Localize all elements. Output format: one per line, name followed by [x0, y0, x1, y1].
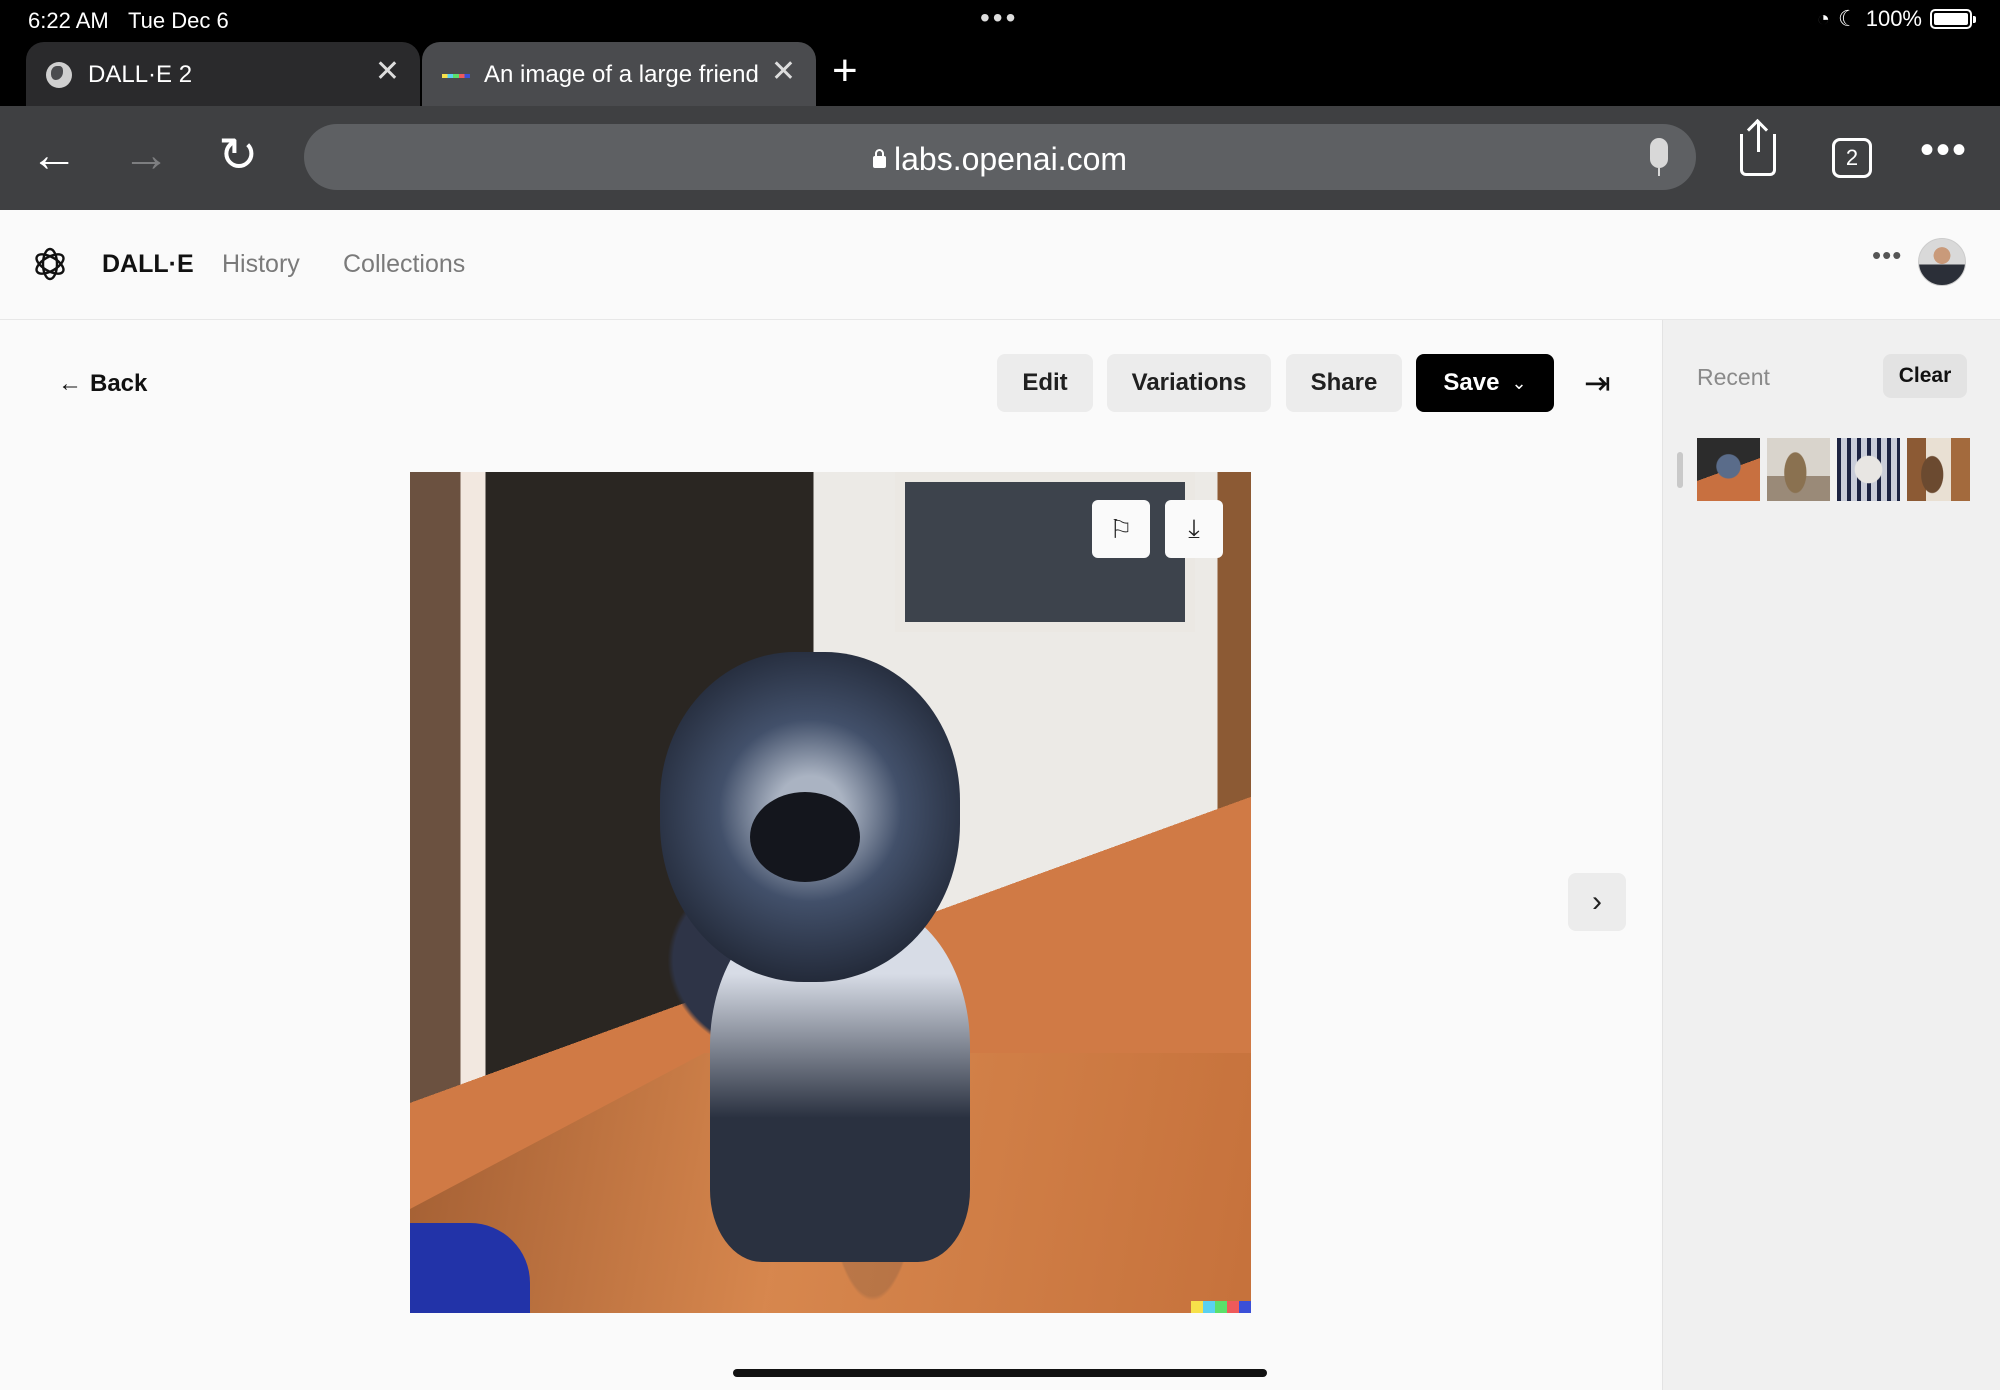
brand-link[interactable]: DALL·E [102, 250, 194, 279]
header-more-icon[interactable]: ••• [1872, 240, 1902, 271]
nav-collections[interactable]: Collections [343, 250, 465, 279]
lock-icon [872, 149, 886, 168]
recent-thumbnail[interactable] [1767, 438, 1830, 501]
watermark-swatch [1203, 1301, 1215, 1313]
site-header: DALL·E History Collections ••• [0, 210, 2000, 320]
share-button[interactable]: Share [1286, 354, 1402, 412]
tab-title: An image of a large friend [484, 61, 759, 88]
recent-label: Recent [1697, 364, 1770, 390]
next-image-button[interactable]: › [1568, 873, 1626, 931]
url-display: labs.openai.com [304, 141, 1696, 178]
recent-thumbnail[interactable] [1907, 438, 1970, 501]
moon-icon: ☾ [1837, 6, 1858, 31]
status-date: Tue Dec 6 [128, 8, 229, 33]
dalle-watermark [1191, 1301, 1251, 1313]
browser-toolbar: ← → ↻ labs.openai.com 2 ••• [0, 106, 2000, 210]
browser-tabs: DALL·E 2 ✕ An image of a large friend ✕ … [0, 40, 2000, 106]
share-icon[interactable] [1740, 122, 1776, 176]
clear-button[interactable]: Clear [1883, 354, 1967, 398]
more-options-icon[interactable]: ••• [1920, 128, 1968, 173]
wifi-icon: ︎◔ [1816, 6, 1830, 31]
close-icon[interactable]: ✕ [771, 54, 796, 89]
image-dog-nose [750, 792, 860, 882]
recent-thumbnail[interactable] [1837, 438, 1900, 501]
watermark-swatch [1227, 1301, 1239, 1313]
recent-thumbnails [1697, 438, 1970, 501]
browser-back-arrow-icon[interactable]: ← [30, 130, 78, 182]
new-tab-plus-icon[interactable]: + [832, 46, 858, 96]
generated-image: ⚐ ⤓ [410, 472, 1251, 1313]
openai-logo-icon[interactable] [32, 246, 68, 282]
globe-icon [46, 62, 72, 88]
image-door-window [895, 472, 1195, 632]
report-flag-button[interactable]: ⚐ [1092, 500, 1150, 558]
tab-image-prompt[interactable]: An image of a large friend ✕ [422, 42, 816, 106]
browser-forward-arrow-icon[interactable]: → [122, 130, 170, 182]
chevron-right-icon: › [1592, 885, 1602, 918]
address-bar[interactable]: labs.openai.com [304, 124, 1696, 190]
watermark-swatch [1215, 1301, 1227, 1313]
image-detail: ← Back Edit Variations Share Save ⌄ ⇥ ⚐ [0, 320, 1662, 1390]
dalle-favicon-icon [442, 74, 470, 78]
tab-count-icon[interactable]: 2 [1832, 138, 1872, 178]
home-indicator[interactable] [733, 1369, 1267, 1377]
tab-dalle-2[interactable]: DALL·E 2 ✕ [26, 42, 420, 106]
battery-icon [1930, 9, 1976, 29]
download-button[interactable]: ⤓ [1165, 500, 1223, 558]
edit-button[interactable]: Edit [997, 354, 1093, 412]
save-button[interactable]: Save ⌄ [1416, 354, 1554, 412]
web-page: DALL·E History Collections ••• ← Back Edi… [0, 210, 2000, 1390]
reload-icon[interactable]: ↻ [218, 130, 258, 182]
variations-button[interactable]: Variations [1107, 354, 1271, 412]
scroll-handle[interactable] [1677, 452, 1683, 488]
flag-icon: ⚐ [1109, 513, 1133, 544]
close-icon[interactable]: ✕ [375, 54, 400, 89]
chevron-down-icon: ⌄ [1511, 372, 1527, 393]
recent-sidebar: Recent Clear [1662, 320, 2000, 1390]
arrow-left-icon: ← [58, 370, 82, 397]
microphone-icon[interactable] [1650, 138, 1668, 176]
back-button[interactable]: ← Back [58, 370, 147, 398]
save-label: Save [1443, 369, 1500, 396]
recent-thumbnail[interactable] [1697, 438, 1760, 501]
avatar[interactable] [1918, 238, 1966, 286]
status-time: 6:22 AM [28, 8, 109, 33]
collapse-sidebar-icon[interactable]: ⇥ [1584, 364, 1611, 402]
url-text: labs.openai.com [893, 141, 1128, 177]
battery-percent: 100% [1865, 6, 1922, 31]
status-indicators: ︎◔ ☾ 100% [1816, 6, 1976, 32]
status-bar: 6:22 AM Tue Dec 6 ••• ︎◔ ☾ 100% [0, 0, 2000, 40]
download-icon: ⤓ [1188, 513, 1200, 543]
watermark-swatch [1239, 1301, 1251, 1313]
back-label: Back [90, 370, 148, 397]
watermark-swatch [1191, 1301, 1203, 1313]
nav-history[interactable]: History [222, 250, 300, 279]
tab-title: DALL·E 2 [88, 61, 193, 88]
multitask-dots-icon[interactable]: ••• [980, 2, 1018, 34]
